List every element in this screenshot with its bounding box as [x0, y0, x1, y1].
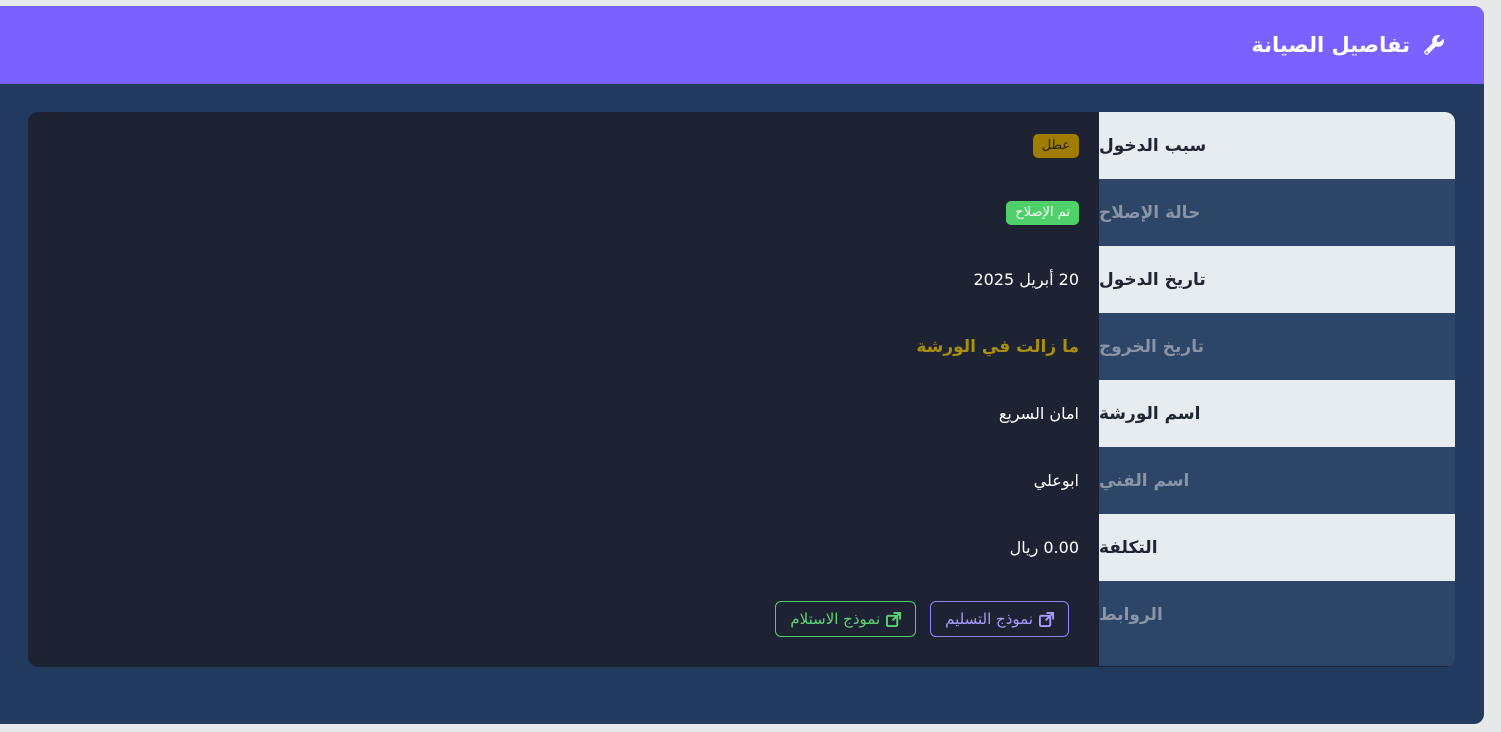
exit-date-value: ما زالت في الورشة — [916, 313, 1079, 380]
repair-status-value: تم الإصلاح — [1006, 179, 1079, 246]
external-link-icon — [1039, 611, 1054, 627]
row-repair-status: حالة الإصلاح تم الإصلاح — [28, 179, 1455, 246]
status-badge: تم الإصلاح — [1006, 200, 1079, 225]
row-cost: التكلفة 0.00 ريال — [28, 514, 1455, 581]
page-title: تفاصيل الصيانة — [1251, 33, 1410, 57]
card-header: تفاصيل الصيانة — [0, 6, 1484, 84]
cost-label: التكلفة — [1099, 514, 1455, 581]
row-entry-date: تاريخ الدخول 20 أبريل 2025 — [28, 246, 1455, 313]
cost-value: 0.00 ريال — [1009, 538, 1079, 557]
row-workshop-name: اسم الورشة امان السريع — [28, 380, 1455, 447]
maintenance-details-card: تفاصيل الصيانة سبب الدخول عطل حالة الإصل… — [0, 6, 1484, 724]
exit-date-label: تاريخ الخروج — [1099, 313, 1455, 380]
row-technician-name: اسم الفني ابوعلي — [28, 447, 1455, 514]
row-exit-date: تاريخ الخروج ما زالت في الورشة — [28, 313, 1455, 380]
repair-status-label: حالة الإصلاح — [1099, 179, 1455, 246]
wrench-icon — [1420, 31, 1448, 59]
delivery-form-button[interactable]: نموذج التسليم — [930, 601, 1069, 637]
fault-badge: عطل — [1032, 133, 1079, 158]
delivery-form-label: نموذج التسليم — [945, 610, 1033, 628]
row-entry-reason: سبب الدخول عطل — [28, 112, 1455, 179]
receipt-form-button[interactable]: نموذج الاستلام — [775, 601, 917, 637]
details-table: سبب الدخول عطل حالة الإصلاح تم الإصلاح ت… — [28, 112, 1455, 667]
technician-name-value: ابوعلي — [1033, 471, 1079, 490]
workshop-name-value: امان السريع — [998, 404, 1079, 423]
links-value: نموذج التسليم نموذج الاستلام — [775, 581, 1069, 667]
entry-date-label: تاريخ الدخول — [1099, 246, 1455, 313]
external-link-icon — [886, 611, 902, 627]
workshop-name-label: اسم الورشة — [1099, 380, 1455, 447]
links-label: الروابط — [1099, 581, 1455, 666]
entry-reason-label: سبب الدخول — [1099, 112, 1455, 179]
still-in-workshop-text: ما زالت في الورشة — [916, 336, 1079, 357]
entry-reason-value: عطل — [1032, 112, 1079, 179]
technician-name-label: اسم الفني — [1099, 447, 1455, 514]
entry-date-value: 20 أبريل 2025 — [973, 270, 1079, 289]
row-links: الروابط نموذج التسليم نموذج الاستلام — [28, 581, 1455, 667]
receipt-form-label: نموذج الاستلام — [790, 610, 881, 628]
